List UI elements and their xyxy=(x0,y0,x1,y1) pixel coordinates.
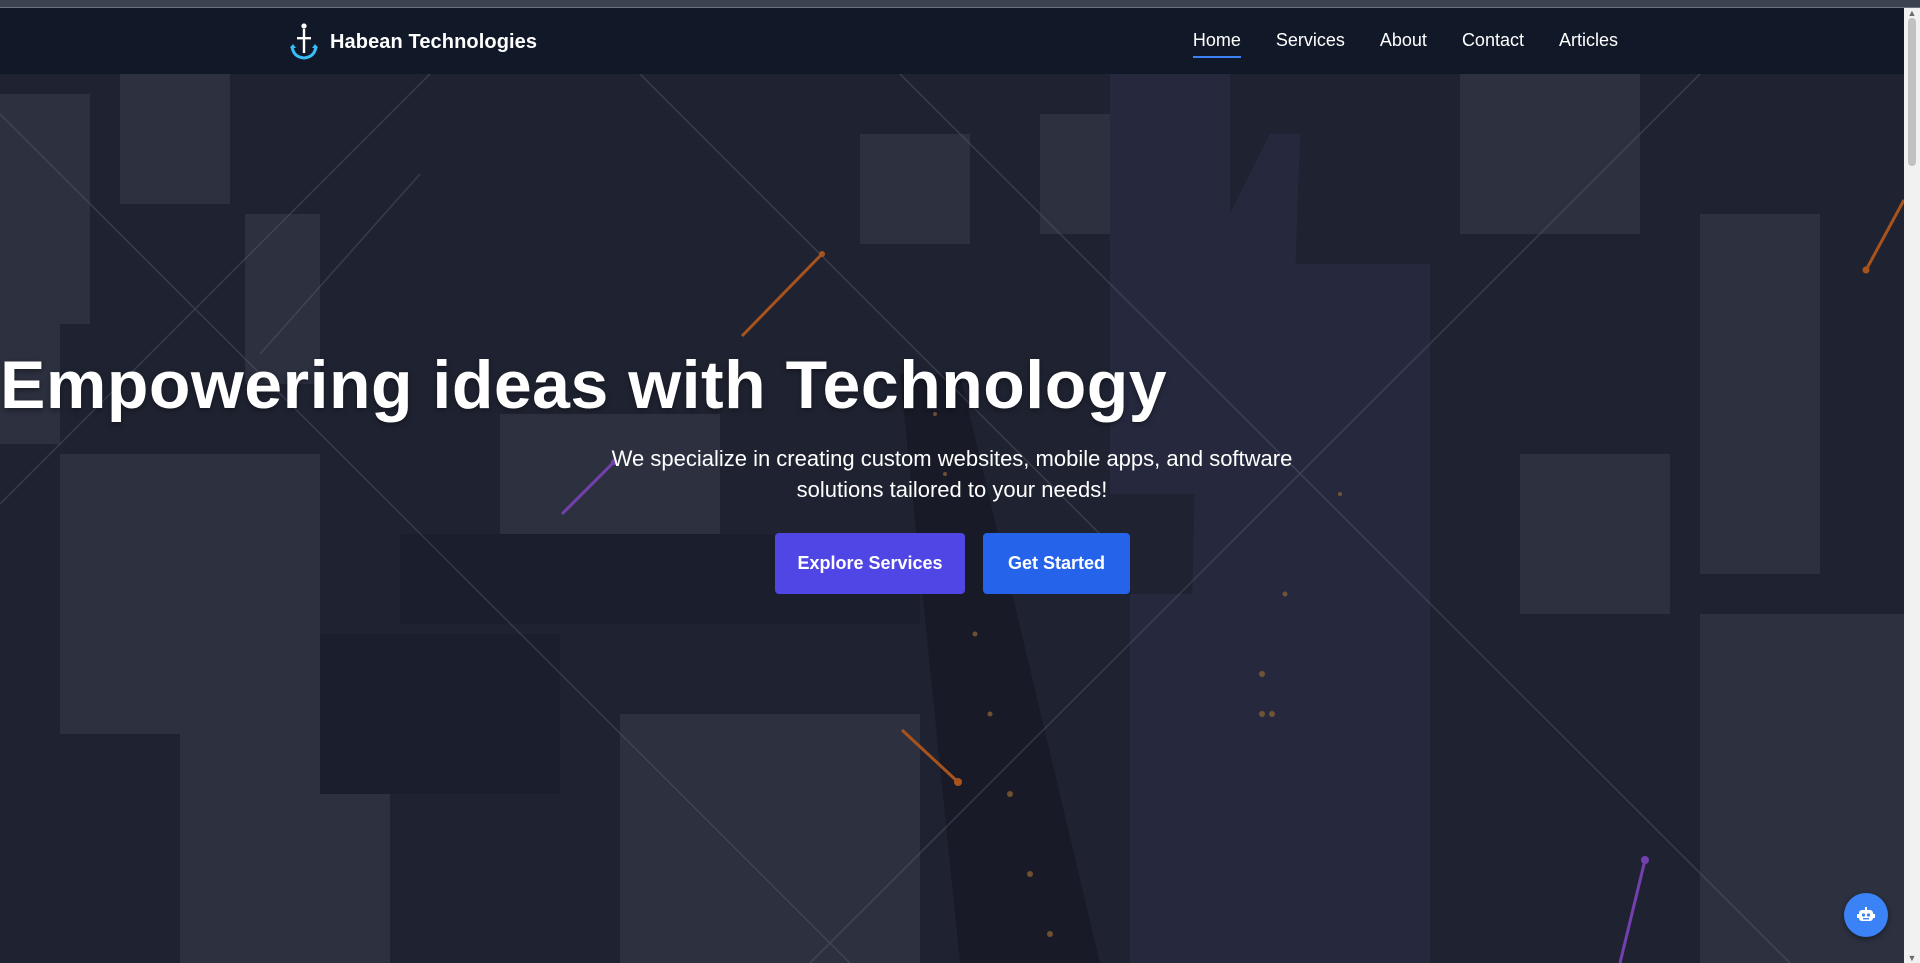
scroll-up-arrow-icon[interactable]: ▲ xyxy=(1907,8,1917,18)
explore-services-button[interactable]: Explore Services xyxy=(775,533,965,594)
page-scrollbar[interactable]: ▲ ▼ xyxy=(1904,8,1920,963)
hero-title: Empowering ideas with Technology xyxy=(0,347,1168,423)
browser-top-strip xyxy=(0,0,1920,8)
scroll-down-arrow-icon[interactable]: ▼ xyxy=(1907,953,1917,963)
nav-articles[interactable]: Articles xyxy=(1559,30,1618,55)
brand-logo[interactable]: Habean Technologies xyxy=(288,22,537,62)
hero-subtitle: We specialize in creating custom website… xyxy=(611,446,1293,502)
nav-contact[interactable]: Contact xyxy=(1462,30,1524,55)
nav-services[interactable]: Services xyxy=(1276,30,1345,55)
robot-icon xyxy=(1857,907,1875,921)
hero-overlay xyxy=(0,74,1904,963)
scroll-thumb[interactable] xyxy=(1908,18,1916,166)
anchor-icon xyxy=(290,23,318,60)
navbar: Habean Technologies Home Services About … xyxy=(0,8,1904,74)
nav-home[interactable]: Home xyxy=(1192,30,1241,58)
main-nav: Home Services About Contact Articles xyxy=(1192,30,1618,58)
nav-about[interactable]: About xyxy=(1380,30,1427,55)
get-started-button[interactable]: Get Started xyxy=(983,533,1130,594)
brand-name: Habean Technologies xyxy=(330,30,538,53)
chat-bot-button[interactable] xyxy=(1844,893,1888,937)
hero-section: Empowering ideas with Technology We spec… xyxy=(0,74,1904,963)
